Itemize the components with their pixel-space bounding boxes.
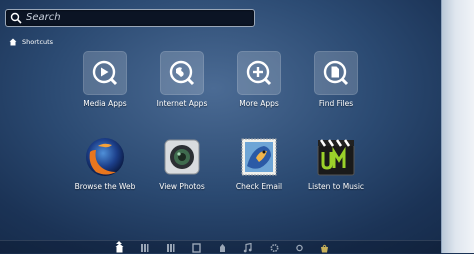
home-lens-icon[interactable] — [115, 243, 124, 253]
find-files-label: Find Files — [318, 99, 354, 108]
music-player-icon — [317, 139, 355, 176]
more-apps-shortcut[interactable]: More Apps — [216, 51, 302, 108]
breadcrumb[interactable]: Shortcuts — [9, 37, 53, 47]
applications-lens-icon[interactable] — [140, 243, 149, 253]
folders-lens-icon[interactable] — [192, 243, 201, 253]
search-icon — [10, 12, 22, 24]
thunderbird-icon — [241, 138, 277, 176]
window-edge — [441, 0, 474, 253]
media-apps-shortcut[interactable]: Media Apps — [62, 51, 148, 108]
home-icon — [9, 38, 17, 46]
view-photos-shortcut[interactable]: View Photos — [139, 136, 225, 191]
camera-icon — [164, 139, 200, 175]
check-email-tile[interactable] — [238, 136, 280, 178]
listen-music-shortcut[interactable]: Listen to Music — [293, 136, 379, 191]
internet-apps-label: Internet Apps — [156, 99, 208, 108]
find-files-tile[interactable] — [314, 51, 358, 95]
media-apps-icon — [92, 60, 118, 86]
breadcrumb-label: Shortcuts — [22, 38, 54, 46]
firefox-icon — [86, 138, 124, 176]
internet-apps-tile[interactable] — [160, 51, 204, 95]
shopping-lens-icon[interactable] — [320, 243, 329, 253]
lens-bar — [0, 240, 441, 254]
check-email-shortcut[interactable]: Check Email — [216, 136, 302, 191]
browse-web-label: Browse the Web — [74, 182, 136, 191]
browse-web-shortcut[interactable]: Browse the Web — [62, 136, 148, 191]
search-input[interactable] — [26, 10, 246, 26]
search-box[interactable] — [5, 9, 255, 27]
find-files-icon — [323, 60, 349, 86]
more-apps-label: More Apps — [239, 99, 279, 108]
check-email-label: Check Email — [235, 182, 283, 191]
listen-music-label: Listen to Music — [307, 182, 365, 191]
listen-music-tile[interactable] — [315, 136, 357, 178]
media-apps-tile[interactable] — [83, 51, 127, 95]
view-photos-label: View Photos — [159, 182, 205, 191]
media-apps-label: Media Apps — [83, 99, 127, 108]
find-files-shortcut[interactable]: Find Files — [293, 51, 379, 108]
photos-lens-icon[interactable] — [218, 243, 227, 253]
browse-web-tile[interactable] — [84, 136, 126, 178]
view-photos-tile[interactable] — [161, 136, 203, 178]
internet-apps-icon — [169, 60, 195, 86]
files-lens-icon[interactable] — [166, 243, 175, 253]
social-lens-icon[interactable] — [295, 243, 304, 253]
settings-lens-icon[interactable] — [270, 243, 279, 253]
music-lens-icon[interactable] — [243, 243, 252, 253]
internet-apps-shortcut[interactable]: Internet Apps — [139, 51, 225, 108]
more-apps-icon — [246, 60, 272, 86]
more-apps-tile[interactable] — [237, 51, 281, 95]
